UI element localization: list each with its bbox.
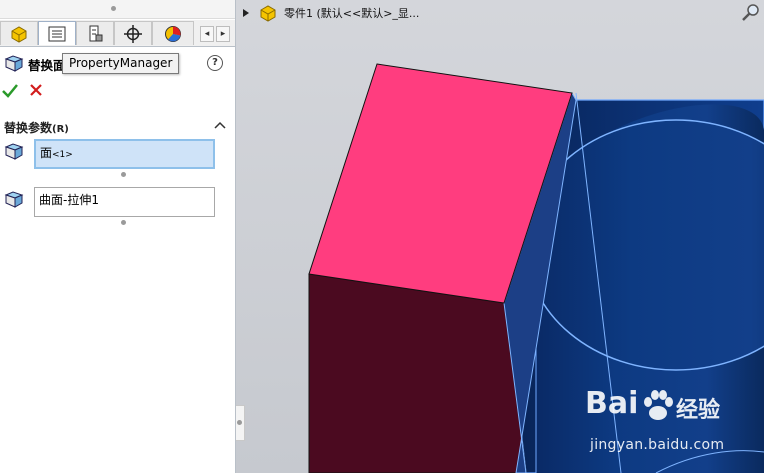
section-title: 替换参数(R)	[4, 121, 69, 135]
watermark-site: 经验	[676, 398, 721, 423]
box-side-face[interactable]	[308, 273, 527, 473]
field-resize-handle[interactable]	[121, 220, 126, 225]
tab-property-manager[interactable]	[38, 21, 76, 45]
watermark-brand: Bai	[585, 386, 639, 421]
replace-parameters-section-header[interactable]: 替换参数(R)	[0, 117, 235, 135]
appearance-icon	[165, 25, 181, 42]
tooltip: PropertyManager	[62, 53, 180, 74]
ok-check-icon[interactable]	[2, 82, 18, 98]
replacement-surface-icon	[4, 191, 24, 208]
tab-configuration-manager[interactable]	[76, 21, 114, 45]
page-title: 替换面	[28, 58, 66, 73]
property-list-icon	[48, 26, 66, 41]
tab-feature-manager[interactable]	[0, 21, 38, 45]
part-icon	[11, 25, 27, 43]
tab-dimxpert-manager[interactable]	[114, 21, 152, 45]
crosshair-icon	[124, 24, 142, 43]
replacement-surface-field[interactable]: 曲面-拉伸1	[34, 187, 215, 217]
cancel-x-icon[interactable]	[29, 82, 43, 98]
watermark-url: jingyan.baidu.com	[590, 437, 725, 453]
help-icon[interactable]: ?	[207, 55, 223, 71]
manager-tab-strip: ◂ ▸	[0, 20, 235, 47]
chevron-up-icon[interactable]	[214, 120, 226, 130]
panel-grip[interactable]	[0, 0, 235, 19]
paw-logo-icon	[644, 390, 673, 420]
tab-display-manager[interactable]	[152, 21, 194, 45]
target-face-icon	[4, 143, 24, 160]
tab-scroll-right[interactable]: ▸	[216, 26, 230, 42]
faces-to-replace-field[interactable]: 面<1>	[34, 139, 215, 169]
property-manager-panel: ◂ ▸ 替换面 ? PropertyManager 替换参数(R) 面<1> 曲…	[0, 0, 236, 473]
configuration-icon	[89, 25, 103, 41]
tab-scroll-left[interactable]: ◂	[200, 26, 214, 42]
panel-splitter-handle[interactable]	[236, 405, 245, 441]
replace-face-icon	[4, 55, 24, 72]
field-resize-handle[interactable]	[121, 172, 126, 177]
